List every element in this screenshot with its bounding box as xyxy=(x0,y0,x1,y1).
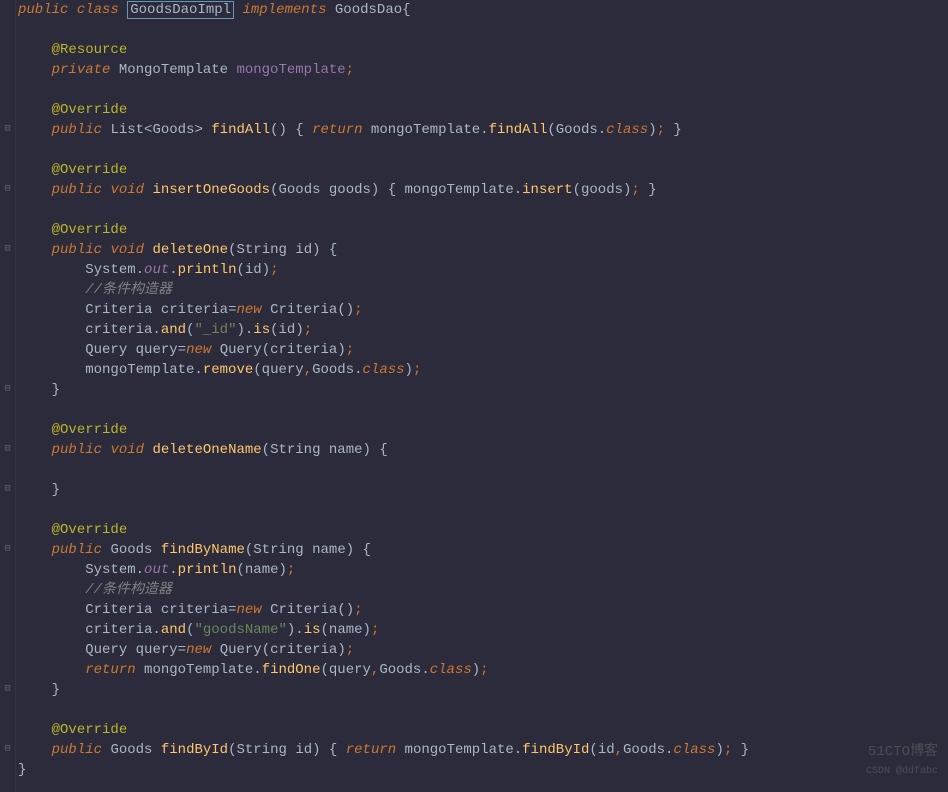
gutter: ⊟ ⊟ ⊟ ⊟ ⊟ ⊟ ⊟ ⊟ ⊟ xyxy=(0,0,16,792)
code-line: @Override xyxy=(16,420,948,440)
code-line: @Override xyxy=(16,520,948,540)
code-line: public void insertOneGoods(Goods goods) … xyxy=(16,180,948,200)
code-editor: ⊟ ⊟ ⊟ ⊟ ⊟ ⊟ ⊟ ⊟ ⊟ public class GoodsD xyxy=(0,0,948,792)
code-line: public Goods findByName(String name) { xyxy=(16,540,948,560)
code-line: //条件构造器 xyxy=(16,280,948,300)
code-line: //条件构造器 xyxy=(16,580,948,600)
watermark: 51CTO博客 CSDN @ddfabc xyxy=(866,742,938,782)
code-line: } xyxy=(16,480,948,500)
class-name-highlighted: GoodsDaoImpl xyxy=(127,1,234,19)
code-line: Criteria criteria=new Criteria(); xyxy=(16,600,948,620)
code-line: public List<Goods> findAll() { return mo… xyxy=(16,120,948,140)
fold-end-icon[interactable]: ⊟ xyxy=(4,480,10,500)
fold-end-icon[interactable]: ⊟ xyxy=(4,380,10,400)
code-line: Query query=new Query(criteria); xyxy=(16,640,948,660)
code-line: public class GoodsDaoImpl implements Goo… xyxy=(16,0,948,20)
fold-icon[interactable]: ⊟ xyxy=(4,540,10,560)
code-line: criteria.and("goodsName").is(name); xyxy=(16,620,948,640)
code-line: criteria.and("_id").is(id); xyxy=(16,320,948,340)
code-line: @Override xyxy=(16,160,948,180)
fold-icon[interactable]: ⊟ xyxy=(4,740,10,760)
code-line: public Goods findById(String id) { retur… xyxy=(16,740,948,760)
code-line: } xyxy=(16,680,948,700)
fold-end-icon[interactable]: ⊟ xyxy=(4,680,10,700)
code-line: @Override xyxy=(16,220,948,240)
code-line: mongoTemplate.remove(query,Goods.class); xyxy=(16,360,948,380)
code-line: @Override xyxy=(16,100,948,120)
code-line: Criteria criteria=new Criteria(); xyxy=(16,300,948,320)
code-content[interactable]: public class GoodsDaoImpl implements Goo… xyxy=(16,0,948,792)
code-line: } xyxy=(16,760,948,780)
code-line: @Resource xyxy=(16,40,948,60)
fold-icon[interactable]: ⊟ xyxy=(4,440,10,460)
code-line: public void deleteOneName(String name) { xyxy=(16,440,948,460)
code-line: @Override xyxy=(16,720,948,740)
code-line: System.out.println(id); xyxy=(16,260,948,280)
code-line: return mongoTemplate.findOne(query,Goods… xyxy=(16,660,948,680)
code-line: System.out.println(name); xyxy=(16,560,948,580)
code-line: } xyxy=(16,380,948,400)
fold-icon[interactable]: ⊟ xyxy=(4,180,10,200)
code-line: Query query=new Query(criteria); xyxy=(16,340,948,360)
code-line: public void deleteOne(String id) { xyxy=(16,240,948,260)
fold-icon[interactable]: ⊟ xyxy=(4,120,10,140)
code-line: private MongoTemplate mongoTemplate; xyxy=(16,60,948,80)
fold-icon[interactable]: ⊟ xyxy=(4,240,10,260)
